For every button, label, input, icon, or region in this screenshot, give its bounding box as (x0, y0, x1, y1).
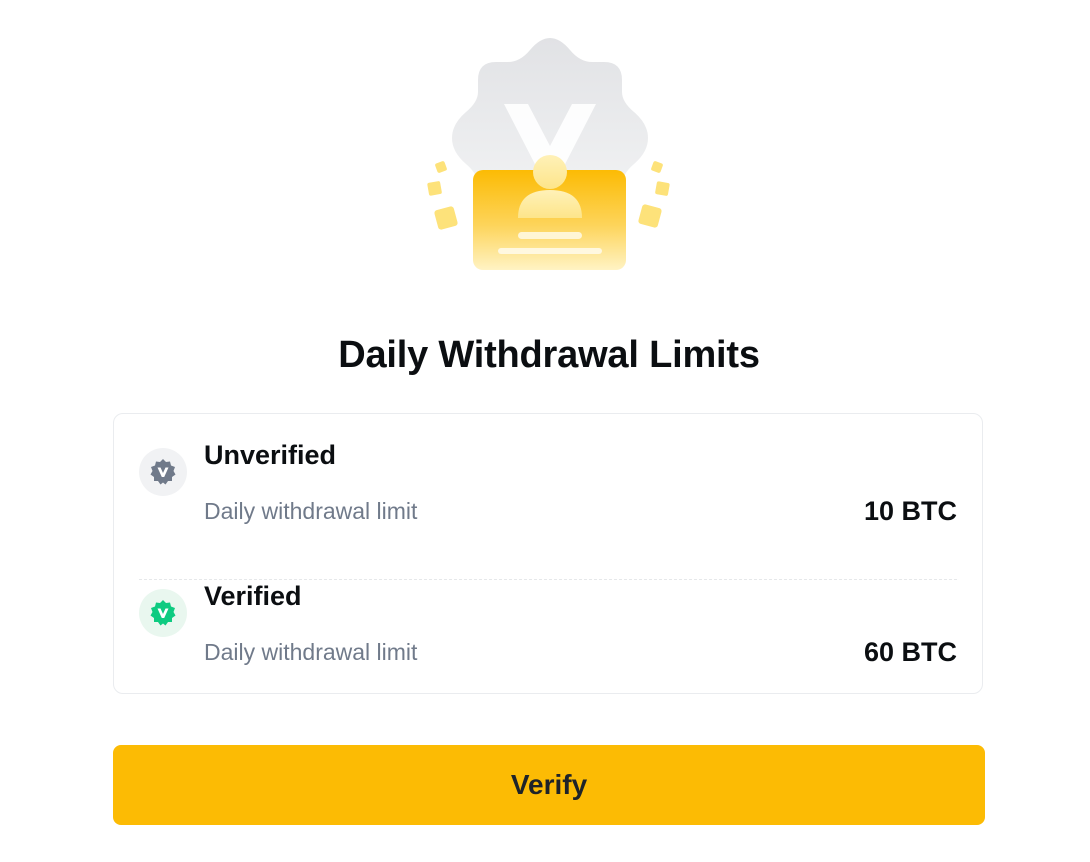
verified-badge-icon (139, 589, 187, 637)
limit-value: 10 BTC (863, 496, 957, 526)
divider (139, 579, 957, 580)
tier-row-unverified: Unverified Daily withdrawal limit 10 BTC (114, 440, 982, 580)
limit-label: Daily withdrawal limit (204, 639, 418, 665)
page-title: Daily Withdrawal Limits (338, 334, 760, 376)
verification-illustration (420, 36, 680, 276)
tier-row-verified: Verified Daily withdrawal limit 60 BTC (114, 581, 982, 701)
id-card-badge-icon (427, 38, 670, 270)
limit-value: 60 BTC (863, 637, 957, 667)
unverified-badge-icon (139, 448, 187, 496)
verify-button[interactable]: Verify (113, 745, 985, 825)
tier-name: Verified (204, 581, 302, 611)
tier-name: Unverified (204, 440, 337, 470)
limit-label: Daily withdrawal limit (204, 498, 418, 524)
withdrawal-limits-card: Unverified Daily withdrawal limit 10 BTC… (113, 413, 983, 694)
